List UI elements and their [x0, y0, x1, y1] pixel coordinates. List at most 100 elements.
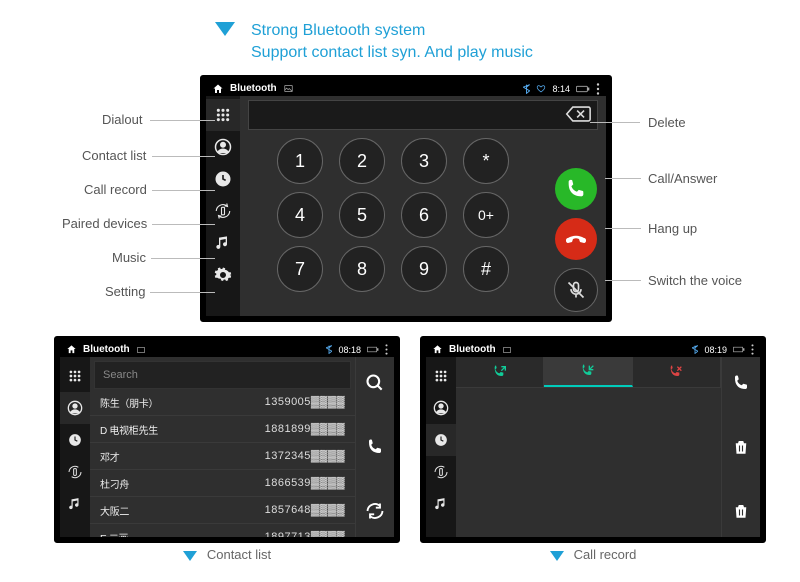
- sidebar-dialout[interactable]: [426, 360, 456, 392]
- home-icon[interactable]: [432, 344, 443, 355]
- battery-icon: [367, 346, 379, 353]
- contact-name: 大阪二: [100, 503, 265, 518]
- key-3[interactable]: 3: [401, 138, 447, 184]
- phone-icon: [732, 374, 750, 392]
- sidebar-contacts[interactable]: [426, 392, 456, 424]
- paired-icon: [214, 202, 232, 220]
- sidebar-paired[interactable]: [206, 195, 240, 227]
- dialer-content: 1 2 3 * 4 5 6 0+ 7 8: [240, 96, 606, 316]
- app-title: Bluetooth: [449, 344, 496, 355]
- menu-dots-icon[interactable]: [596, 83, 600, 95]
- backspace-button[interactable]: [565, 105, 591, 123]
- label-music: Music: [112, 250, 146, 265]
- sidebar-music[interactable]: [426, 488, 456, 520]
- picture-icon: [136, 346, 146, 354]
- contact-device: Bluetooth 08:18 Search 陈生（朋卡）1359005▓▓▓▓…: [54, 336, 400, 543]
- hangup-button[interactable]: [555, 218, 597, 260]
- sync-button[interactable]: [363, 499, 387, 523]
- contact-name: 陈生（朋卡）: [100, 395, 265, 410]
- sidebar-callrecord[interactable]: [426, 424, 456, 456]
- search-input[interactable]: Search: [94, 361, 351, 389]
- home-icon[interactable]: [212, 83, 224, 95]
- picture-icon: [502, 346, 512, 354]
- key-5[interactable]: 5: [339, 192, 385, 238]
- tab-outgoing[interactable]: [456, 357, 544, 387]
- number-input[interactable]: [248, 100, 598, 130]
- picture-icon: [283, 84, 294, 93]
- sidebar-dialout[interactable]: [60, 360, 90, 392]
- key-4[interactable]: 4: [277, 192, 323, 238]
- sidebar-music[interactable]: [206, 227, 240, 259]
- list-item[interactable]: 陈生（朋卡）1359005▓▓▓▓: [90, 389, 355, 416]
- label-setting: Setting: [105, 284, 145, 299]
- key-0[interactable]: 0+: [463, 192, 509, 238]
- sidebar-paired[interactable]: [60, 456, 90, 488]
- heart-icon: [536, 84, 546, 93]
- status-bar: Bluetooth 08:19: [426, 342, 760, 357]
- record-device: Bluetooth 08:19: [420, 336, 766, 543]
- key-6[interactable]: 6: [401, 192, 447, 238]
- menu-dots-icon[interactable]: [385, 344, 388, 355]
- caret-icon: [215, 22, 235, 36]
- sidebar-contacts[interactable]: [60, 392, 90, 424]
- key-star[interactable]: *: [463, 138, 509, 184]
- battery-icon: [733, 346, 745, 353]
- hangup-icon: [564, 227, 588, 251]
- key-hash[interactable]: #: [463, 246, 509, 292]
- contact-list[interactable]: Search 陈生（朋卡）1359005▓▓▓▓D 电视柜先生1881899▓▓…: [90, 357, 355, 537]
- sidebar-paired[interactable]: [426, 456, 456, 488]
- clock: 8:14: [552, 84, 570, 94]
- footer-callrecord: Call record: [574, 547, 637, 562]
- tab-incoming[interactable]: [544, 357, 632, 387]
- headline-line1: Strong Bluetooth system: [251, 20, 533, 42]
- label-dialout: Dialout: [102, 112, 142, 127]
- headline: Strong Bluetooth system Support contact …: [251, 20, 533, 63]
- record-list: [456, 357, 721, 537]
- menu-dots-icon[interactable]: [751, 344, 754, 355]
- list-item[interactable]: D 电视柜先生1881899▓▓▓▓: [90, 416, 355, 443]
- label-delete: Delete: [648, 115, 686, 130]
- list-item[interactable]: 杜刁舟1866539▓▓▓▓: [90, 470, 355, 497]
- clock: 08:19: [704, 345, 727, 355]
- home-icon[interactable]: [66, 344, 77, 355]
- voice-button[interactable]: [554, 268, 598, 312]
- dial-contact-button[interactable]: [363, 435, 387, 459]
- sidebar-settings[interactable]: [206, 259, 240, 291]
- tab-missed[interactable]: [633, 357, 721, 387]
- contact-name: E 二画……: [100, 530, 265, 538]
- key-1[interactable]: 1: [277, 138, 323, 184]
- dial-record-button[interactable]: [729, 371, 753, 395]
- delete-record-button[interactable]: [729, 435, 753, 459]
- list-item[interactable]: E 二画……1897713▓▓▓▓: [90, 524, 355, 537]
- contact-phone: 1897713▓▓▓▓: [265, 531, 345, 537]
- clock-icon: [215, 171, 231, 187]
- contact-phone: 1866539▓▓▓▓: [265, 477, 345, 489]
- list-item[interactable]: 邓才1372345▓▓▓▓: [90, 443, 355, 470]
- search-button[interactable]: [363, 371, 387, 395]
- app-title: Bluetooth: [230, 83, 277, 94]
- footer-contactlist: Contact list: [207, 547, 271, 562]
- key-8[interactable]: 8: [339, 246, 385, 292]
- caret-icon: [550, 551, 564, 561]
- battery-icon: [576, 85, 590, 93]
- key-9[interactable]: 9: [401, 246, 447, 292]
- key-7[interactable]: 7: [277, 246, 323, 292]
- delete-all-button[interactable]: [729, 499, 753, 523]
- call-button[interactable]: [555, 168, 597, 210]
- phone-icon: [565, 178, 587, 200]
- sidebar-callrecord[interactable]: [60, 424, 90, 456]
- list-item[interactable]: 大阪二1857648▓▓▓▓: [90, 497, 355, 524]
- contact-name: 杜刁舟: [100, 476, 265, 491]
- sidebar-music[interactable]: [60, 488, 90, 520]
- contact-name: 邓才: [100, 449, 265, 464]
- key-2[interactable]: 2: [339, 138, 385, 184]
- status-bar: Bluetooth 8:14: [206, 81, 606, 96]
- sidebar-dialout[interactable]: [206, 99, 240, 131]
- bluetooth-icon: [692, 345, 698, 354]
- sidebar-contacts[interactable]: [206, 131, 240, 163]
- sidebar: [206, 96, 240, 316]
- bluetooth-icon: [523, 84, 530, 94]
- trash-icon: [732, 438, 750, 456]
- search-icon: [365, 373, 385, 393]
- dialpad-icon: [215, 107, 231, 123]
